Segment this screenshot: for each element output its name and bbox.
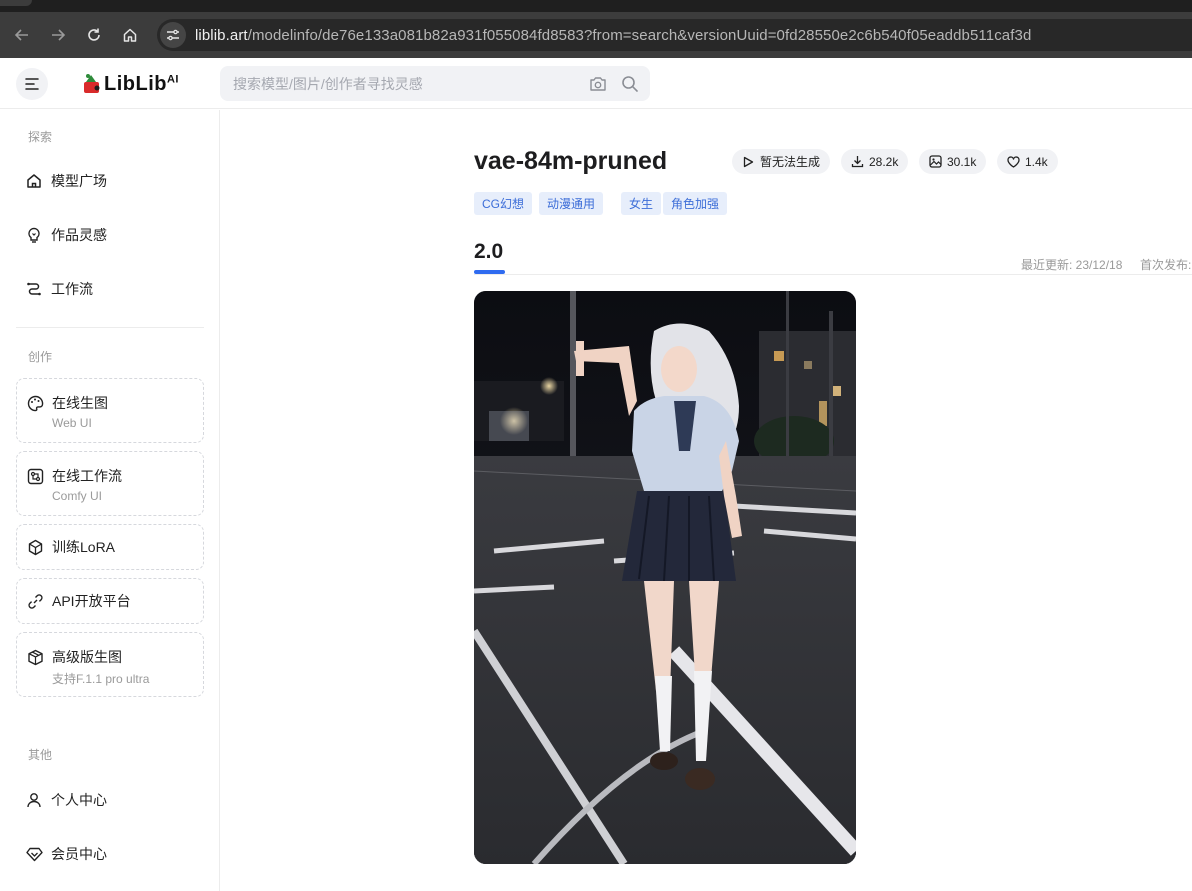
image-icon [928, 155, 942, 169]
user-icon [24, 790, 44, 810]
browser-tab-strip [0, 0, 1192, 12]
card-subtitle: Comfy UI [52, 489, 103, 503]
search-icon[interactable] [618, 72, 642, 96]
logo-mark-icon [84, 74, 100, 93]
play-icon [741, 155, 755, 169]
generate-label: 暂无法生成 [760, 155, 821, 169]
url-host: liblib.art [195, 26, 248, 44]
box-icon [25, 647, 45, 667]
version-tab[interactable]: 2.0 [474, 240, 503, 264]
browser-tab[interactable] [0, 0, 32, 6]
sidebar-item-label: 个人中心 [51, 792, 107, 808]
menu-icon[interactable] [16, 68, 48, 100]
url-path: /modelinfo/de76e133a081b82a931f055084fd8… [247, 26, 1032, 44]
images-count: 30.1k [947, 154, 977, 169]
model-title: vae-84m-pruned [474, 147, 668, 175]
card-title: 训练LoRA [52, 539, 116, 555]
sidebar-item-personal-center[interactable]: 个人中心 [16, 780, 204, 820]
card-title: API开放平台 [52, 593, 131, 609]
section-label-explore: 探索 [28, 130, 53, 144]
last-updated: 最近更新: 23/12/18 [1021, 258, 1123, 272]
images-stat[interactable]: 30.1k [919, 149, 987, 174]
tabs-divider [474, 274, 1192, 275]
like-button[interactable]: 1.4k [997, 149, 1058, 174]
card-online-generate[interactable]: 在线生图 Web UI [16, 378, 204, 443]
card-online-workflow[interactable]: 在线工作流 Comfy UI [16, 451, 204, 516]
sidebar-item-label: 模型广场 [51, 173, 107, 189]
diamond-icon [24, 844, 44, 864]
preview-illustration [474, 291, 856, 864]
card-title: 在线生图 [52, 395, 108, 411]
back-arrow-icon[interactable] [7, 20, 37, 50]
sidebar-item-label: 会员中心 [51, 846, 107, 862]
sidebar-item-label: 工作流 [51, 281, 93, 297]
sidebar-item-label: 作品灵感 [51, 227, 107, 243]
tag-character-enhance[interactable]: 角色加强 [663, 192, 728, 215]
likes-count: 1.4k [1025, 154, 1048, 169]
liblib-logo[interactable]: LibLibAI [82, 71, 179, 97]
card-train-lora[interactable]: 训练LoRA [16, 524, 204, 570]
sidebar-item-model-plaza[interactable]: 模型广场 [16, 161, 204, 201]
model-preview-image[interactable] [474, 291, 856, 864]
search-bar[interactable]: 搜索模型/图片/创作者寻找灵感 [220, 66, 650, 101]
card-pro-generate[interactable]: 高级版生图 支持F.1.1 pro ultra [16, 632, 204, 697]
card-subtitle: 支持F.1.1 pro ultra [52, 672, 150, 686]
lightbulb-icon [24, 225, 44, 245]
heart-icon [1006, 155, 1020, 169]
card-subtitle: Web UI [52, 416, 92, 430]
sidebar: 探索 模型广场 作品灵感 工作流 创作 在线生图 Web UI 在线工作流 Co… [0, 110, 220, 891]
model-detail: vae-84m-pruned 暂无法生成 28.2k 30.1k 1.4k CG… [221, 110, 1192, 891]
first-published: 首次发布: [1140, 258, 1192, 272]
app-header: LibLibAI 搜索模型/图片/创作者寻找灵感 [0, 58, 1192, 109]
card-title: 高级版生图 [52, 649, 122, 665]
browser-toolbar: liblib.art/modelinfo/de76e133a081b82a931… [0, 12, 1192, 58]
home-icon [24, 171, 44, 191]
sidebar-divider [16, 327, 204, 328]
downloads-count: 28.2k [869, 154, 899, 169]
sidebar-item-member-center[interactable]: 会员中心 [16, 834, 204, 874]
site-info-icon[interactable] [160, 22, 186, 48]
forward-arrow-icon[interactable] [43, 20, 73, 50]
tag-anime-general[interactable]: 动漫通用 [539, 192, 604, 215]
section-label-create: 创作 [28, 350, 53, 364]
card-api-platform[interactable]: API开放平台 [16, 578, 204, 624]
tag-female[interactable]: 女生 [621, 192, 662, 215]
address-bar[interactable]: liblib.art/modelinfo/de76e133a081b82a931… [157, 19, 1192, 51]
camera-icon[interactable] [586, 72, 610, 96]
logo-text: LibLibAI [104, 73, 179, 96]
generate-button[interactable]: 暂无法生成 [732, 149, 831, 174]
cube-icon [25, 537, 45, 557]
comfy-icon [25, 466, 45, 486]
section-label-other: 其他 [28, 748, 53, 762]
palette-icon [25, 393, 45, 413]
sidebar-item-inspiration[interactable]: 作品灵感 [16, 215, 204, 255]
sidebar-item-workflow[interactable]: 工作流 [16, 269, 204, 309]
workflow-icon [24, 279, 44, 299]
url-text: liblib.art/modelinfo/de76e133a081b82a931… [195, 27, 1031, 44]
search-input[interactable]: 搜索模型/图片/创作者寻找灵感 [233, 74, 586, 94]
downloads-stat[interactable]: 28.2k [841, 149, 909, 174]
logo-text-main: LibLib [104, 72, 167, 95]
reload-icon[interactable] [79, 20, 109, 50]
tag-cg-fantasy[interactable]: CG幻想 [474, 192, 533, 215]
card-title: 在线工作流 [52, 468, 122, 484]
logo-text-ai: AI [166, 72, 179, 85]
download-icon [850, 155, 864, 169]
link-icon [25, 591, 45, 611]
home-icon[interactable] [115, 20, 145, 50]
